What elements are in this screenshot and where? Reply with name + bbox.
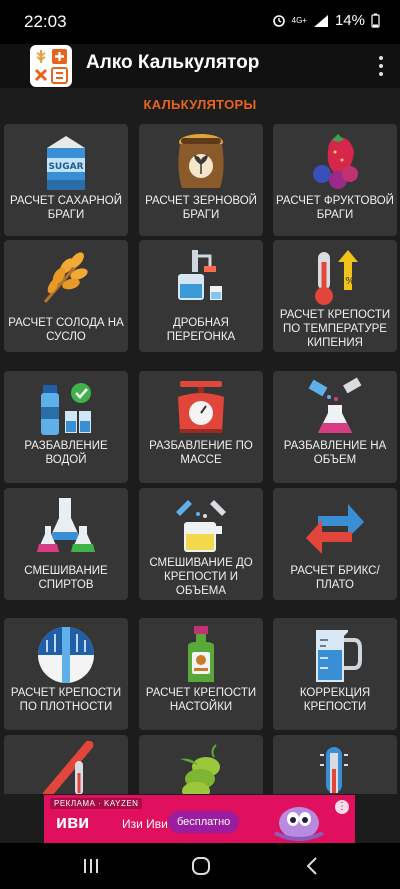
- status-time: 22:03: [24, 12, 67, 31]
- ad-logo: иви: [56, 812, 90, 832]
- hops-icon: [180, 744, 220, 794]
- app-logo-icon: [30, 45, 72, 87]
- card-strength-correction[interactable]: КОРРЕКЦИЯ КРЕПОСТИ: [273, 618, 397, 730]
- card-label: РАСЧЕТ КРЕПОСТИ ПО ТЕМПЕРАТУРЕ КИПЕНИЯ: [279, 309, 391, 349]
- back-button[interactable]: [298, 853, 328, 879]
- home-button[interactable]: [186, 853, 216, 879]
- card-boiling-point-strength[interactable]: % РАСЧЕТ КРЕПОСТИ ПО ТЕМПЕРАТУРЕ КИПЕНИЯ: [273, 240, 397, 352]
- card-label: РАЗБАВЛЕНИЕ НА ОБЪЕМ: [283, 440, 387, 466]
- status-bar: 22:03 4G+ 14%: [0, 0, 400, 44]
- card-alcohol-mixing[interactable]: СМЕШИВАНИЕ СПИРТОВ: [4, 488, 128, 600]
- app-title: Алко Калькулятор: [86, 52, 260, 73]
- app-bar: Алко Калькулятор: [0, 44, 400, 88]
- svg-text:%: %: [345, 276, 355, 287]
- card-label: РАСЧЕТ САХАРНОЙ БРАГИ: [9, 195, 123, 221]
- ad-title: Изи Иви: [122, 817, 168, 831]
- ad-more-button[interactable]: ⋮: [335, 800, 349, 814]
- card-label: СМЕШИВАНИЕ СПИРТОВ: [24, 565, 108, 591]
- battery-icon: [371, 13, 380, 28]
- card-label: РАСЧЕТ СОЛОДА НА СУСЛО: [8, 317, 124, 343]
- ad-label: РЕКЛАМА · KAYZEN: [50, 798, 143, 809]
- card-strength-density[interactable]: РАСЧЕТ КРЕПОСТИ ПО ПЛОТНОСТИ: [4, 618, 128, 730]
- card-label: РАСЧЕТ ФРУКТОВОЙ БРАГИ: [276, 195, 394, 221]
- card-label: РАЗБАВЛЕНИЕ ВОДОЙ: [24, 440, 108, 466]
- card-brix-plato[interactable]: РАСЧЕТ БРИКС/ ПЛАТО: [273, 488, 397, 600]
- card-label: РАСЧЕТ ЗЕРНОВОЙ БРАГИ: [145, 195, 257, 221]
- ad-banner[interactable]: РЕКЛАМА · KAYZEN иви Изи Иви бесплатно ⋮: [44, 795, 355, 843]
- dot-icon: [379, 56, 383, 60]
- card-tincture-strength[interactable]: РАСЧЕТ КРЕПОСТИ НАСТОЙКИ: [139, 618, 263, 730]
- calculator-grid: SUGAR РАСЧЕТ САХАРНОЙ БРАГИ РАСЧЕТ ЗЕРНО…: [4, 124, 398, 794]
- sugar-icon: SUGAR: [47, 136, 85, 190]
- tincture-bottle-icon: [188, 626, 214, 682]
- network-type: 4G+: [291, 16, 307, 25]
- convert-arrows-icon: [306, 504, 364, 554]
- card-label: РАЗБАВЛЕНИЕ ПО МАССЕ: [149, 440, 253, 466]
- thermometer-icon: [320, 747, 348, 793]
- status-icons: 4G+ 14%: [272, 12, 380, 29]
- card-mixing-strength-volume[interactable]: СМЕШИВАНИЕ ДО КРЕПОСТИ И ОБЪЕМА: [139, 488, 263, 600]
- card-thermometer[interactable]: [273, 735, 397, 794]
- section-title: КАЛЬКУЛЯТОРЫ: [143, 97, 257, 112]
- water-bottle-icon: [41, 383, 91, 435]
- card-label: РАСЧЕТ КРЕПОСТИ ПО ПЛОТНОСТИ: [10, 687, 122, 713]
- overflow-menu-button[interactable]: [376, 52, 386, 80]
- card-dilution-volume[interactable]: РАЗБАВЛЕНИЕ НА ОБЪЕМ: [273, 371, 397, 483]
- thermometer-percent-icon: %: [315, 250, 358, 305]
- berries-icon: [313, 134, 358, 189]
- card-dilution-water[interactable]: РАЗБАВЛЕНИЕ ВОДОЙ: [4, 371, 128, 483]
- grain-sack-icon: [178, 134, 224, 188]
- hydrometer-icon: [38, 627, 94, 683]
- recents-button[interactable]: [76, 853, 106, 879]
- card-dilution-mass[interactable]: РАЗБАВЛЕНИЕ ПО МАССЕ: [139, 371, 263, 483]
- ad-cta-button[interactable]: бесплатно: [168, 811, 240, 833]
- card-label: РАСЧЕТ БРИКС/ ПЛАТО: [290, 565, 380, 591]
- card-label: ДРОБНАЯ ПЕРЕГОНКА: [166, 317, 236, 343]
- flasks-icon: [37, 498, 95, 552]
- measuring-jug-icon: [316, 630, 362, 682]
- card-grain-wash[interactable]: РАСЧЕТ ЗЕРНОВОЙ БРАГИ: [139, 124, 263, 236]
- beaker-mix-icon: [176, 500, 226, 552]
- refractometer-icon: [42, 741, 94, 794]
- ad-character-icon: [274, 807, 324, 841]
- svg-text:SUGAR: SUGAR: [48, 162, 83, 172]
- card-fruit-wash[interactable]: РАСЧЕТ ФРУКТОВОЙ БРАГИ: [273, 124, 397, 236]
- signal-icon: [313, 14, 328, 27]
- card-label: КОРРЕКЦИЯ КРЕПОСТИ: [299, 687, 371, 713]
- dot-icon: [379, 72, 383, 76]
- card-fractional-distillation[interactable]: ДРОБНАЯ ПЕРЕГОНКА: [139, 240, 263, 352]
- card-refractometer[interactable]: [4, 735, 128, 794]
- scale-icon: [178, 381, 224, 433]
- flask-pour-icon: [308, 377, 362, 433]
- card-hops[interactable]: [139, 735, 263, 794]
- distiller-icon: [178, 250, 222, 300]
- card-malt-wort[interactable]: РАСЧЕТ СОЛОДА НА СУСЛО: [4, 240, 128, 352]
- card-sugar-wash[interactable]: SUGAR РАСЧЕТ САХАРНОЙ БРАГИ: [4, 124, 128, 236]
- card-label: РАСЧЕТ КРЕПОСТИ НАСТОЙКИ: [145, 687, 257, 713]
- wheat-icon: [43, 252, 88, 303]
- dot-icon: [379, 64, 383, 68]
- system-nav-bar: [0, 843, 400, 889]
- battery-percent: 14%: [334, 12, 365, 29]
- alarm-icon: [272, 14, 285, 27]
- card-label: СМЕШИВАНИЕ ДО КРЕПОСТИ И ОБЪЕМА: [149, 557, 253, 597]
